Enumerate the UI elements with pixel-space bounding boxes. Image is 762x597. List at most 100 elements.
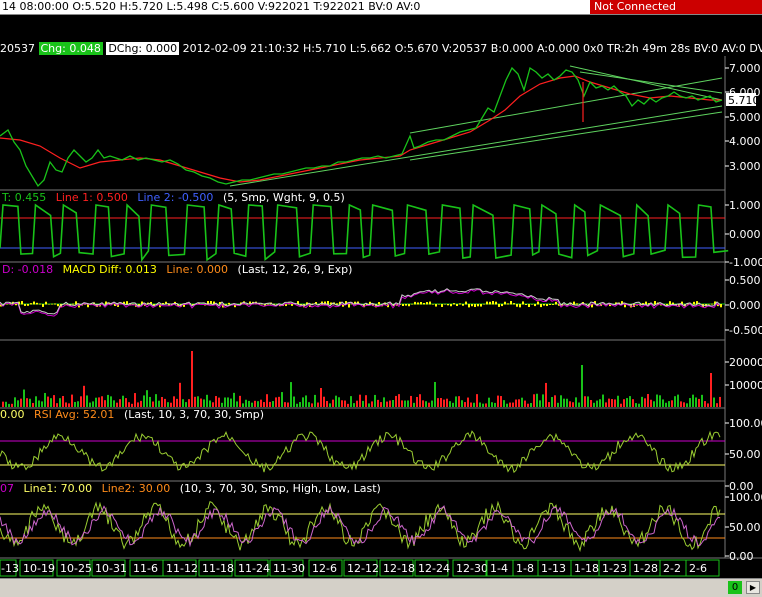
macd-histogram-bar	[96, 304, 98, 307]
date-axis-cell	[56, 559, 91, 577]
macd-histogram-bar	[138, 304, 140, 308]
macd-histogram-bar	[15, 304, 17, 306]
scroll-right-arrow-icon[interactable]: ▶	[746, 581, 760, 594]
volume-bar	[512, 402, 514, 407]
axis-tick-label: 100000	[729, 379, 762, 392]
macd-histogram-bar	[495, 301, 497, 305]
macd-histogram-bar	[588, 304, 590, 308]
date-axis-label: 2-6	[689, 562, 707, 575]
volume-bar	[65, 402, 67, 407]
volume-bar	[263, 402, 265, 407]
date-axis-cell	[659, 559, 694, 577]
oscillator-axis: 1.000 0.000 -1.000	[725, 199, 762, 269]
date-axis-cell	[91, 559, 126, 577]
stochastic-line2-label: Line2: 30.00	[102, 482, 171, 495]
macd-histogram-bar	[705, 304, 707, 307]
oscillator-line1-label: Line 1: 0.500	[56, 191, 128, 204]
stochastic-params: (10, 3, 70, 30, Smp, High, Low, Last)	[180, 482, 381, 495]
macd-histogram-bar	[696, 301, 698, 305]
volume-bar	[644, 398, 646, 407]
volume-bar	[716, 403, 718, 407]
rsi-panel[interactable]: 0.00 RSI Avg: 52.01 (Last, 10, 3, 70, 30…	[0, 408, 762, 493]
macd-histogram-bar	[354, 301, 356, 305]
macd-histogram-bar	[600, 304, 602, 307]
volume-bar	[332, 399, 334, 407]
macd-histogram-bar	[351, 302, 353, 305]
volume-bar	[173, 396, 175, 407]
volume-bar	[161, 397, 163, 407]
date-axis-label: 1-28	[633, 562, 658, 575]
volume-bar	[536, 393, 538, 407]
volume-bar	[194, 396, 196, 407]
volume-bar	[191, 351, 193, 407]
volume-bar	[71, 394, 73, 407]
macd-histogram-bar	[504, 301, 506, 305]
macd-histogram-bar	[465, 301, 467, 305]
volume-panel[interactable]: 200000 100000	[2, 351, 762, 407]
scrollbar-thumb[interactable]: 0	[728, 581, 742, 594]
rsi-avg-label: RSI Avg: 52.01	[34, 408, 114, 421]
macd-histogram-bar	[117, 304, 119, 307]
volume-bar	[350, 396, 352, 407]
volume-bar	[611, 399, 613, 407]
oscillator-value: T: 0.455	[1, 191, 46, 204]
macd-histogram-bar	[222, 304, 224, 308]
volume-bar	[89, 402, 91, 407]
connection-status-badge[interactable]: Not Connected	[590, 0, 762, 14]
macd-histogram-bar	[6, 303, 8, 305]
macd-histogram-bar	[603, 302, 605, 305]
macd-histogram-bar	[243, 301, 245, 305]
volume-bar	[635, 403, 637, 407]
volume-bar	[53, 395, 55, 407]
macd-histogram-bar	[342, 304, 344, 307]
date-axis-label: 12-12	[347, 562, 379, 575]
macd-legend: D: -0.018 MACD Diff: 0.013 Line: 0.000 (…	[2, 263, 352, 276]
macd-histogram-bar	[720, 304, 722, 308]
volume-bar	[344, 400, 346, 407]
macd-panel[interactable]: D: -0.018 MACD Diff: 0.013 Line: 0.000 (…	[0, 263, 762, 337]
macd-histogram-bar	[273, 303, 275, 305]
chart-area[interactable]: 7.000 6.000 5.000 4.000 3.000 5.710 T: 0.455…	[0, 0, 762, 596]
volume-bar	[80, 396, 82, 407]
axis-tick-label: 3.000	[729, 160, 761, 173]
macd-histogram-bar	[153, 304, 155, 307]
volume-bar	[680, 401, 682, 407]
rsi-legend: 0.00 RSI Avg: 52.01 (Last, 10, 3, 70, 30…	[0, 408, 264, 421]
volume-bar	[98, 397, 100, 407]
volume-bar	[485, 403, 487, 407]
macd-histogram-bar	[531, 304, 533, 305]
macd-histogram-bar	[171, 304, 173, 306]
macd-histogram-bar	[423, 303, 425, 305]
macd-histogram-bar	[183, 304, 185, 307]
volume-bar	[560, 395, 562, 407]
volume-bar	[515, 399, 517, 407]
volume-bar	[32, 402, 34, 407]
macd-histogram-bar	[492, 301, 494, 305]
volume-bar	[275, 397, 277, 407]
oscillator-panel[interactable]: T: 0.455 Line 1: 0.500 Line 2: -0.500 (5…	[0, 191, 762, 269]
volume-bar	[407, 400, 409, 407]
price-panel[interactable]: 7.000 6.000 5.000 4.000 3.000 5.710	[0, 62, 761, 188]
date-axis-label: 10-25	[60, 562, 92, 575]
volume-bar	[416, 396, 418, 407]
macd-diff-label: MACD Diff: 0.013	[63, 263, 157, 276]
macd-histogram-bar	[417, 302, 419, 305]
macd-histogram-bar	[111, 302, 113, 305]
info-volume: 20537	[0, 42, 35, 55]
volume-bar	[302, 397, 304, 407]
date-axis-label: 12-24	[418, 562, 450, 575]
stochastic-panel[interactable]: 07 Line1: 70.00 Line2: 30.00 (10, 3, 70,…	[0, 482, 762, 563]
macd-histogram-bar	[585, 303, 587, 305]
horizontal-scrollbar[interactable]: 0 ▶	[0, 578, 762, 597]
macd-histogram-bar	[210, 301, 212, 305]
volume-bar	[599, 399, 601, 407]
macd-histogram-bar	[24, 304, 26, 306]
volume-bar	[467, 397, 469, 407]
macd-histogram-bar	[57, 304, 59, 307]
macd-histogram-bar	[657, 302, 659, 305]
volume-bar	[701, 394, 703, 407]
volume-bar	[668, 401, 670, 407]
volume-bar	[398, 394, 400, 407]
macd-histogram-bar	[129, 303, 131, 305]
macd-histogram-bar	[414, 301, 416, 305]
